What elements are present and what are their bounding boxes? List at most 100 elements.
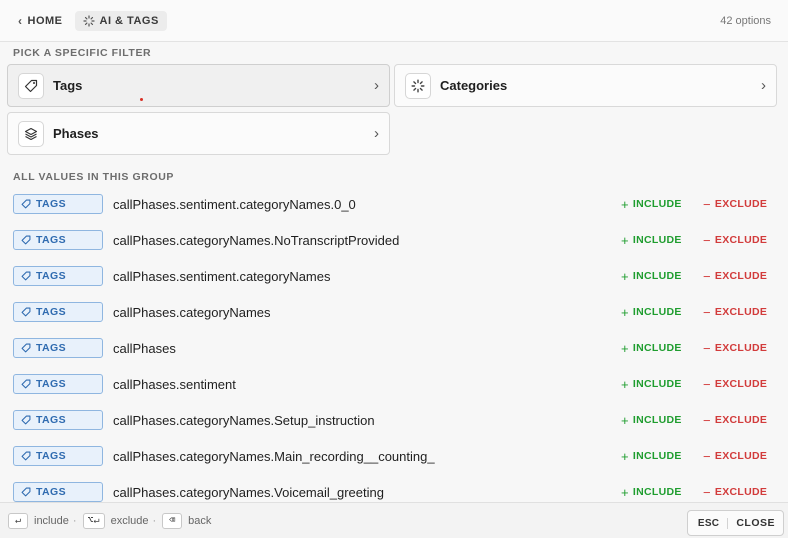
value-text: callPhases.categoryNames <box>113 304 271 320</box>
tag-icon <box>21 271 31 281</box>
filter-card-tags[interactable]: Tags › <box>7 64 390 107</box>
exclude-button[interactable]: − EXCLUDE <box>703 305 767 320</box>
include-button[interactable]: + INCLUDE <box>621 485 682 500</box>
filter-card-phases[interactable]: Phases › <box>7 112 390 155</box>
include-button[interactable]: + INCLUDE <box>621 449 682 464</box>
exclude-button[interactable]: − EXCLUDE <box>703 449 767 464</box>
include-label: INCLUDE <box>632 198 682 210</box>
close-button[interactable]: ESC CLOSE <box>686 510 784 536</box>
chevron-right-icon: › <box>374 125 379 142</box>
plus-icon: + <box>621 412 629 428</box>
tag-icon <box>21 415 31 425</box>
exclude-button[interactable]: − EXCLUDE <box>703 485 767 500</box>
minus-icon: − <box>703 340 711 356</box>
include-label: INCLUDE <box>632 486 682 498</box>
exclude-button[interactable]: − EXCLUDE <box>703 233 767 248</box>
tags-badge: TAGS <box>13 446 103 466</box>
tag-icon <box>21 379 31 389</box>
exclude-label: EXCLUDE <box>714 198 768 210</box>
value-text: callPhases.categoryNames.Setup_instructi… <box>113 412 375 428</box>
tags-badge: TAGS <box>13 194 103 214</box>
minus-icon: − <box>703 376 711 392</box>
value-text: callPhases.categoryNames.Main_recording_… <box>113 448 435 464</box>
exclude-button[interactable]: − EXCLUDE <box>703 269 767 284</box>
tag-icon <box>21 199 31 209</box>
separator-dot: · <box>152 514 157 527</box>
include-label: INCLUDE <box>632 450 682 462</box>
list-item: TAGS callPhases.sentiment.categoryNames … <box>0 258 788 294</box>
chevron-right-icon: › <box>374 77 379 94</box>
plus-icon: + <box>621 304 629 320</box>
value-text: callPhases.categoryNames.Voicemail_greet… <box>113 484 384 500</box>
breadcrumb-current[interactable]: AI & TAGS <box>74 10 167 31</box>
include-label: INCLUDE <box>632 342 682 354</box>
include-label: INCLUDE <box>632 414 682 426</box>
separator-dot: · <box>72 514 77 527</box>
minus-icon: − <box>703 412 711 428</box>
plus-icon: + <box>621 484 629 500</box>
exclude-button[interactable]: − EXCLUDE <box>703 341 767 356</box>
enter-key: ↵ <box>8 512 28 529</box>
tags-badge: TAGS <box>13 338 103 358</box>
filter-card-label: Tags <box>53 78 83 93</box>
chevron-right-icon: › <box>761 77 766 94</box>
badge-label: TAGS <box>36 342 66 354</box>
badge-label: TAGS <box>36 414 66 426</box>
include-button[interactable]: + INCLUDE <box>621 377 682 392</box>
exclude-button[interactable]: − EXCLUDE <box>703 197 767 212</box>
badge-label: TAGS <box>36 486 66 498</box>
include-label: INCLUDE <box>632 234 682 246</box>
tags-badge: TAGS <box>13 374 103 394</box>
include-button[interactable]: + INCLUDE <box>621 305 682 320</box>
tags-badge: TAGS <box>13 230 103 250</box>
tags-badge: TAGS <box>13 266 103 286</box>
badge-label: TAGS <box>36 234 66 246</box>
tags-badge: TAGS <box>13 482 103 502</box>
tag-icon <box>21 235 31 245</box>
list-item: TAGS callPhases.sentiment + INCLUDE − EXCL… <box>0 366 788 402</box>
value-text: callPhases.sentiment <box>113 376 236 392</box>
exclude-button[interactable]: − EXCLUDE <box>703 413 767 428</box>
header-bar: ‹ HOME AI & TAGS 42 options <box>0 0 788 42</box>
list-item: TAGS callPhases.categoryNames + INCLUDE −… <box>0 294 788 330</box>
minus-icon: − <box>703 196 711 212</box>
section-label-values: ALL VALUES IN THIS GROUP <box>13 171 175 183</box>
minus-icon: − <box>703 448 711 464</box>
layers-icon <box>18 120 44 147</box>
filter-card-categories[interactable]: Categories › <box>394 64 777 107</box>
tag-icon <box>21 307 31 317</box>
include-button[interactable]: + INCLUDE <box>621 197 682 212</box>
badge-label: TAGS <box>36 198 66 210</box>
exclude-label: EXCLUDE <box>714 234 768 246</box>
tags-badge: TAGS <box>13 410 103 430</box>
include-button[interactable]: + INCLUDE <box>621 233 682 248</box>
esc-key: ESC <box>698 517 729 529</box>
exclude-label: EXCLUDE <box>714 270 768 282</box>
include-label: INCLUDE <box>632 306 682 318</box>
exclude-label: EXCLUDE <box>714 378 768 390</box>
include-button[interactable]: + INCLUDE <box>621 341 682 356</box>
tag-icon <box>21 487 31 497</box>
list-item: TAGS callPhases + INCLUDE − EXCLUDE <box>0 330 788 366</box>
breadcrumb-home[interactable]: ‹ HOME <box>12 10 69 32</box>
list-item: TAGS callPhases.categoryNames.Main_recor… <box>0 438 788 474</box>
breadcrumb-current-label: AI & TAGS <box>99 14 159 27</box>
cursor-marker <box>140 98 143 101</box>
badge-label: TAGS <box>36 450 66 462</box>
badge-label: TAGS <box>36 270 66 282</box>
plus-icon: + <box>621 196 629 212</box>
chevron-left-icon: ‹ <box>18 13 23 28</box>
tag-icon <box>18 72 44 99</box>
list-item: TAGS callPhases.categoryNames.Setup_inst… <box>0 402 788 438</box>
minus-icon: − <box>703 232 711 248</box>
value-text: callPhases.categoryNames.NoTranscriptPro… <box>113 232 400 248</box>
exclude-button[interactable]: − EXCLUDE <box>703 377 767 392</box>
exclude-label: EXCLUDE <box>714 414 768 426</box>
value-text: callPhases <box>113 340 176 356</box>
include-button[interactable]: + INCLUDE <box>621 269 682 284</box>
include-button[interactable]: + INCLUDE <box>621 413 682 428</box>
minus-icon: − <box>703 268 711 284</box>
value-text: callPhases.sentiment.categoryNames.0_0 <box>113 196 356 212</box>
plus-icon: + <box>621 232 629 248</box>
plus-icon: + <box>621 376 629 392</box>
